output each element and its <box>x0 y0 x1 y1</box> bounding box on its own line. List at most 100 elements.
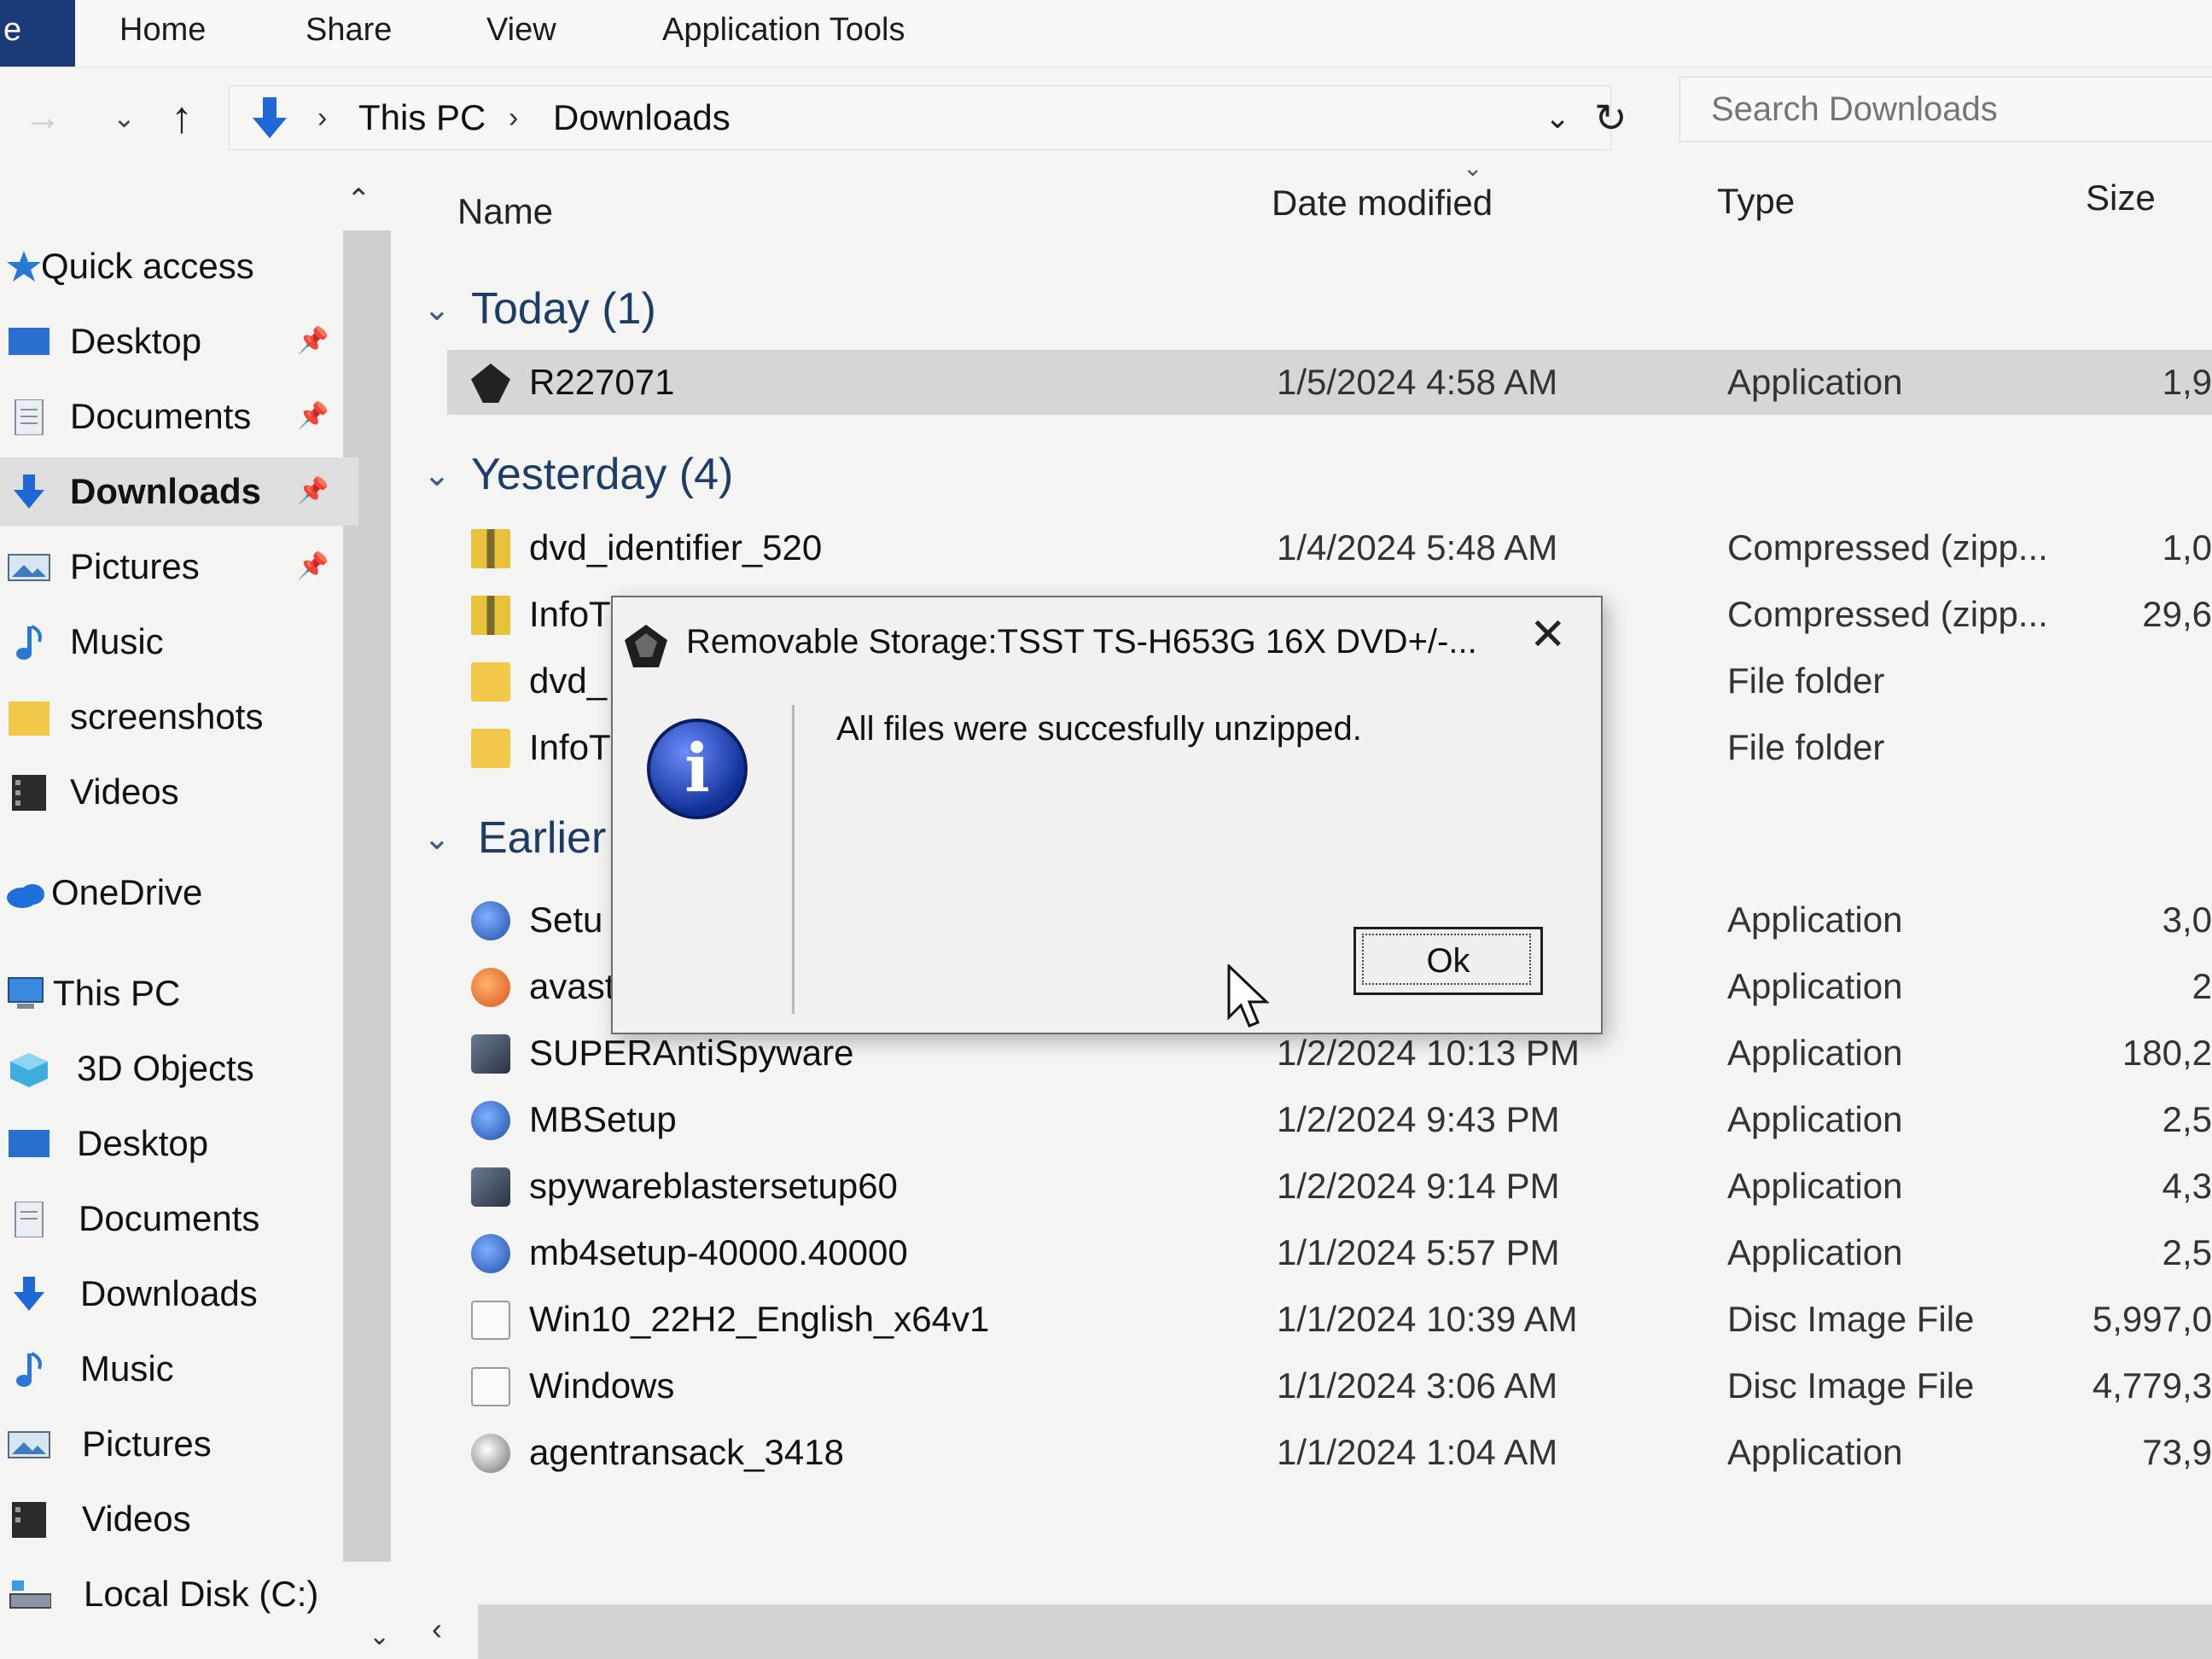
nav-scroll-down-icon[interactable]: ⌄ <box>369 1621 390 1651</box>
tab-share[interactable]: Share <box>306 0 392 60</box>
file-date: 1/2/2024 9:43 PM <box>1277 1099 1560 1139</box>
pictures-icon <box>8 1431 50 1458</box>
cloud-icon <box>7 884 44 908</box>
group-header-yesterday[interactable]: Yesterday (4) <box>471 449 733 500</box>
tab-view[interactable]: View <box>486 0 556 60</box>
app-orange-icon <box>471 968 510 1007</box>
search-input[interactable] <box>1679 77 2212 142</box>
file-date: 1/1/2024 10:39 AM <box>1277 1299 1578 1339</box>
nav-item-videos[interactable]: Videos <box>0 758 358 826</box>
nav-item-pictures[interactable]: Pictures <box>0 1410 358 1478</box>
refresh-icon[interactable]: ↻ <box>1594 85 1627 150</box>
nav-item-quick-access[interactable]: Quick access <box>0 232 358 300</box>
recent-locations-chevron-icon[interactable]: ⌄ <box>113 77 136 159</box>
file-row[interactable]: MBSetup 1/2/2024 9:43 PM Application 2,5 <box>447 1087 2212 1152</box>
downloads-icon <box>14 1277 44 1311</box>
column-header-date-modified[interactable]: Date modified <box>1272 183 1493 224</box>
mouse-cursor-icon <box>1227 964 1270 1027</box>
desktop-icon <box>9 328 49 355</box>
nav-item-label: Pictures <box>82 1423 212 1464</box>
group-collapse-chevron-icon[interactable]: ⌄ <box>423 819 451 858</box>
file-row[interactable]: mb4setup-40000.40000 1/1/2024 5:57 PM Ap… <box>447 1220 2212 1285</box>
breadcrumb-separator-icon: › <box>317 102 328 134</box>
file-row[interactable]: Windows 1/1/2024 3:06 AM Disc Image File… <box>447 1353 2212 1418</box>
file-name: dvd_ <box>529 661 608 701</box>
breadcrumb-this-pc[interactable]: This PC <box>358 85 486 150</box>
group-collapse-chevron-icon[interactable]: ⌄ <box>423 290 451 329</box>
file-size: 2,5 <box>2162 1099 2212 1139</box>
file-size: 4,3 <box>2162 1166 2212 1206</box>
file-type: Disc Image File <box>1727 1299 1975 1339</box>
nav-item-desktop[interactable]: Desktop <box>0 1109 358 1178</box>
nav-item-pictures-pinned[interactable]: Pictures 📌 <box>0 533 358 601</box>
nav-item-label: Music <box>70 621 164 661</box>
pin-icon: 📌 <box>297 552 329 580</box>
file-row[interactable]: R227071 1/5/2024 4:58 AM Application 1,9 <box>447 350 2212 415</box>
group-header-today[interactable]: Today (1) <box>471 283 656 335</box>
nav-item-label: 3D Objects <box>77 1048 254 1088</box>
file-date: 1/1/2024 5:57 PM <box>1277 1232 1560 1272</box>
group-header-earlier[interactable]: Earlier <box>478 812 606 864</box>
nav-item-documents[interactable]: Documents <box>0 1185 358 1253</box>
dialog-message: All files were succesfully unzipped. <box>836 710 1362 748</box>
nav-item-downloads[interactable]: Downloads <box>0 1260 358 1328</box>
file-tab[interactable]: e <box>0 0 75 67</box>
file-type: Disc Image File <box>1727 1365 1975 1406</box>
scroll-left-icon[interactable]: ‹ <box>432 1611 442 1647</box>
nav-scroll-up-icon[interactable]: ⌃ <box>346 183 371 217</box>
tab-application-tools[interactable]: Application Tools <box>662 0 905 60</box>
tab-home[interactable]: Home <box>119 0 206 60</box>
nav-item-local-disk[interactable]: Local Disk (C:) <box>0 1560 358 1628</box>
ok-button[interactable]: Ok <box>1353 927 1543 995</box>
up-arrow-icon[interactable]: ↑ <box>171 77 193 159</box>
file-name: MBSetup <box>529 1099 677 1139</box>
nav-item-onedrive[interactable]: OneDrive <box>0 859 358 927</box>
nav-item-label: Music <box>80 1348 174 1388</box>
nav-item-this-pc[interactable]: This PC <box>0 959 358 1027</box>
file-row[interactable]: agentransack_3418 1/1/2024 1:04 AM Appli… <box>447 1420 2212 1485</box>
file-name: InfoT <box>529 727 611 767</box>
column-header-size[interactable]: Size <box>2086 178 2156 218</box>
nav-item-label: Downloads <box>80 1273 258 1313</box>
column-header-name[interactable]: Name <box>457 191 553 232</box>
back-arrow-icon[interactable]: → <box>24 77 61 159</box>
breadcrumb-downloads[interactable]: Downloads <box>553 85 731 150</box>
address-dropdown-chevron-icon[interactable]: ⌄ <box>1545 85 1570 150</box>
nav-item-screenshots[interactable]: screenshots <box>0 683 358 751</box>
nav-item-desktop-pinned[interactable]: Desktop 📌 <box>0 307 358 375</box>
file-name: Windows <box>529 1365 675 1406</box>
nav-item-label: screenshots <box>70 696 264 736</box>
file-size: 73,9 <box>2142 1432 2212 1472</box>
nav-item-documents-pinned[interactable]: Documents 📌 <box>0 382 358 451</box>
file-type: Application <box>1727 362 1903 402</box>
nav-item-3d-objects[interactable]: 3D Objects <box>0 1034 358 1103</box>
column-header-type[interactable]: Type <box>1717 181 1795 222</box>
nav-item-label: Videos <box>82 1499 191 1539</box>
file-date: 1/1/2024 3:06 AM <box>1277 1365 1558 1406</box>
file-name: R227071 <box>529 362 675 402</box>
zip-icon <box>471 596 510 635</box>
file-type: Compressed (zipp... <box>1727 527 2048 568</box>
file-row[interactable]: Win10_22H2_English_x64v1 1/1/2024 10:39 … <box>447 1287 2212 1352</box>
app-blue-icon <box>471 1101 510 1140</box>
nav-item-downloads-pinned[interactable]: Downloads 📌 <box>0 457 358 526</box>
file-name: dvd_identifier_520 <box>529 527 823 568</box>
file-row[interactable]: dvd_identifier_520 1/4/2024 5:48 AM Comp… <box>447 515 2212 580</box>
nav-item-label: Desktop <box>77 1123 209 1163</box>
file-size: 180,2 <box>2122 1033 2212 1073</box>
nav-item-music-pc[interactable]: Music <box>0 1335 358 1403</box>
nav-item-label: Pictures <box>70 546 200 586</box>
group-collapse-chevron-icon[interactable]: ⌄ <box>423 456 451 494</box>
pictures-icon <box>8 554 50 581</box>
horizontal-scrollbar[interactable] <box>478 1604 2212 1659</box>
file-type: Application <box>1727 1099 1903 1139</box>
file-type: File folder <box>1727 727 1885 767</box>
pin-icon: 📌 <box>297 477 329 505</box>
documents-icon <box>15 399 44 435</box>
nav-item-label: Videos <box>70 771 179 812</box>
nav-item-music[interactable]: Music <box>0 608 358 676</box>
nav-item-videos-pc[interactable]: Videos <box>0 1485 358 1553</box>
close-icon[interactable]: ✕ <box>1529 609 1567 661</box>
file-row[interactable]: spywareblastersetup60 1/2/2024 9:14 PM A… <box>447 1154 2212 1219</box>
pin-icon: 📌 <box>297 402 329 430</box>
